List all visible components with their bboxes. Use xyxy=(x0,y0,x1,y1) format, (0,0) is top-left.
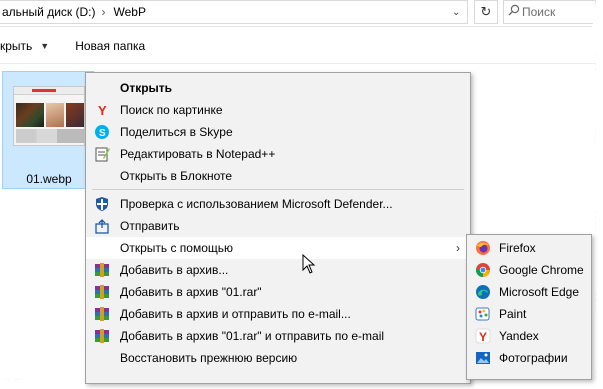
menu-item-label: Поделиться в Skype xyxy=(120,125,233,139)
winrar-icon xyxy=(94,328,110,344)
address-dropdown-icon[interactable]: ⌄ xyxy=(452,7,460,18)
yandex-icon: Y xyxy=(94,102,110,118)
submenu-item-label: Firefox xyxy=(499,241,536,255)
menu-item-send[interactable]: Отправить xyxy=(86,215,470,237)
menu-item-restore-previous[interactable]: Восстановить прежнюю версию xyxy=(86,347,470,369)
menu-item-label: Проверка с использованием Microsoft Defe… xyxy=(120,197,393,211)
menu-item-open-notepad[interactable]: Открыть в Блокноте xyxy=(86,165,470,187)
submenu-item-yandex[interactable]: Y Yandex xyxy=(467,325,591,347)
menu-item-label: Отправить xyxy=(120,219,180,233)
search-input[interactable]: Поиск xyxy=(503,0,596,24)
submenu-item-paint[interactable]: Paint xyxy=(467,303,591,325)
submenu-item-label: Microsoft Edge xyxy=(499,285,580,299)
open-with-submenu: Firefox Google Chrome Microsoft Edge Pai… xyxy=(466,234,592,380)
refresh-button[interactable]: ↻ xyxy=(474,0,498,24)
search-icon xyxy=(508,4,520,16)
chrome-icon xyxy=(475,262,491,278)
breadcrumb-separator-icon[interactable]: › xyxy=(102,5,106,19)
menu-item-share-skype[interactable]: S Поделиться в Skype xyxy=(86,121,470,143)
submenu-item-label: Paint xyxy=(499,307,527,321)
menu-item-label: Открыть xyxy=(120,81,173,95)
file-name-label: 01.webp xyxy=(26,172,72,186)
submenu-item-photos[interactable]: Фотографии xyxy=(467,347,591,369)
menu-item-rar-and-email[interactable]: Добавить в архив "01.rar" и отправить по… xyxy=(86,325,470,347)
search-placeholder: Поиск xyxy=(522,5,556,19)
menu-item-image-search[interactable]: Y Поиск по картинке xyxy=(86,99,470,121)
firefox-icon xyxy=(475,240,491,256)
submenu-item-label: Yandex xyxy=(499,329,539,343)
menu-item-archive-and-email[interactable]: Добавить в архив и отправить по e-mail..… xyxy=(86,303,470,325)
menu-item-add-to-rar[interactable]: Добавить в архив "01.rar" xyxy=(86,281,470,303)
svg-text:Y: Y xyxy=(98,103,107,117)
submenu-item-label: Google Chrome xyxy=(499,263,584,277)
new-folder-button[interactable]: Новая папка xyxy=(75,39,145,53)
winrar-icon xyxy=(94,306,110,322)
context-menu: Открыть Y Поиск по картинке S Поделиться… xyxy=(85,72,471,384)
chevron-right-icon: › xyxy=(456,241,460,255)
menu-item-defender-scan[interactable]: Проверка с использованием Microsoft Defe… xyxy=(86,193,470,215)
file-thumbnail xyxy=(13,86,85,146)
menu-item-label: Открыть в Блокноте xyxy=(120,169,233,183)
menu-item-add-to-archive[interactable]: Добавить в архив... xyxy=(86,259,470,281)
menu-item-label: Добавить в архив "01.rar" xyxy=(120,285,262,299)
mouse-pointer-icon xyxy=(302,254,316,274)
menu-item-edit-notepadpp[interactable]: Редактировать в Notepad++ xyxy=(86,143,470,165)
submenu-item-edge[interactable]: Microsoft Edge xyxy=(467,281,591,303)
menu-item-open-with[interactable]: Открыть с помощью › xyxy=(86,237,470,259)
winrar-icon xyxy=(94,284,110,300)
menu-item-label: Добавить в архив и отправить по e-mail..… xyxy=(120,307,351,321)
menu-item-label: Открыть с помощью xyxy=(120,241,234,255)
open-dropdown-icon[interactable]: ▼ xyxy=(40,41,49,51)
submenu-item-chrome[interactable]: Google Chrome xyxy=(467,259,591,281)
breadcrumb-folder[interactable]: WebP xyxy=(112,5,146,19)
defender-icon xyxy=(94,196,110,212)
photos-icon xyxy=(475,350,491,366)
skype-icon: S xyxy=(94,124,110,140)
share-icon xyxy=(94,218,110,234)
menu-item-label: Редактировать в Notepad++ xyxy=(120,147,276,161)
breadcrumb-drive[interactable]: альный диск (D:) xyxy=(0,5,96,19)
menu-item-label: Добавить в архив... xyxy=(120,263,229,277)
edge-icon xyxy=(475,284,491,300)
menu-item-open[interactable]: Открыть xyxy=(86,77,470,99)
command-bar: крыть ▼ Новая папка xyxy=(0,28,596,64)
file-item[interactable]: 01.webp xyxy=(2,71,94,189)
winrar-icon xyxy=(94,262,110,278)
address-row: альный диск (D:) › WebP ⌄ ↻ Поиск xyxy=(0,0,596,27)
submenu-item-label: Фотографии xyxy=(499,351,568,365)
notepad-plus-plus-icon xyxy=(94,146,110,162)
menu-separator xyxy=(92,189,464,190)
svg-text:S: S xyxy=(99,128,106,139)
svg-text:Y: Y xyxy=(479,330,487,344)
address-bar[interactable]: альный диск (D:) › WebP ⌄ xyxy=(0,0,468,24)
submenu-item-firefox[interactable]: Firefox xyxy=(467,237,591,259)
refresh-icon: ↻ xyxy=(480,4,492,19)
yandex-browser-icon: Y xyxy=(475,328,491,344)
open-button[interactable]: крыть xyxy=(0,39,32,53)
menu-item-label: Добавить в архив "01.rar" и отправить по… xyxy=(120,329,385,343)
paint-icon xyxy=(475,306,491,322)
menu-item-label: Поиск по картинке xyxy=(120,103,223,117)
menu-item-label: Восстановить прежнюю версию xyxy=(120,351,298,365)
